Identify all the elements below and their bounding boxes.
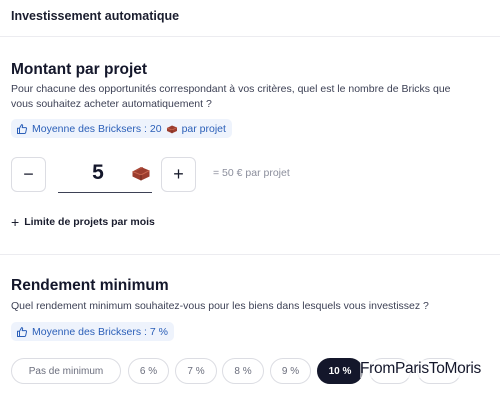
amount-description-line-2: vous souhaitez acheter automatiquement ? (11, 98, 212, 110)
yield-description: Quel rendement minimum souhaitez-vous po… (11, 300, 429, 312)
yield-option-6[interactable]: 6 % (128, 358, 169, 384)
minus-icon: − (23, 164, 34, 184)
yield-option-label: Pas de minimum (28, 365, 104, 377)
yield-option-label: 6 % (139, 365, 158, 377)
watermark-text: FromParisToMoris (360, 360, 481, 378)
yield-option-10[interactable]: 10 % (317, 358, 363, 384)
amount-description-line-1: Pour chacune des opportunités correspond… (11, 83, 451, 95)
brick-icon (166, 125, 177, 133)
yield-option-label: 10 % (328, 365, 352, 377)
increment-button[interactable]: + (161, 157, 196, 192)
thumbs-up-icon (17, 326, 28, 337)
yield-option-none[interactable]: Pas de minimum (11, 358, 121, 384)
page-header: Investissement automatique (0, 0, 500, 37)
add-monthly-limit-link[interactable]: + Limite de projets par mois (11, 214, 155, 230)
yield-average-hint: Moyenne des Bricksers : 7 % (11, 322, 174, 341)
page-title: Investissement automatique (11, 9, 180, 23)
thumbs-up-icon (17, 123, 28, 134)
amount-section-title: Montant par projet (11, 61, 148, 78)
amount-equivalent: = 50 € par projet (213, 167, 290, 179)
plus-icon: + (173, 164, 184, 184)
yield-option-label: 9 % (281, 365, 300, 377)
plus-icon: + (11, 214, 20, 230)
decrement-button[interactable]: − (11, 157, 46, 192)
yield-option-7[interactable]: 7 % (175, 358, 217, 384)
limit-label: Limite de projets par mois (24, 216, 155, 228)
yield-option-9[interactable]: 9 % (270, 358, 311, 384)
yield-section-title: Rendement minimum (11, 277, 169, 294)
quantity-field[interactable]: 5 (58, 157, 152, 193)
yield-option-8[interactable]: 8 % (222, 358, 264, 384)
brick-icon (132, 167, 150, 181)
section-divider (0, 254, 500, 255)
quantity-value: 5 (92, 161, 104, 184)
yield-option-label: 8 % (234, 365, 252, 377)
yield-hint-text: Moyenne des Bricksers : 7 % (32, 325, 168, 338)
amount-hint-suffix: par projet (181, 122, 226, 135)
yield-option-label: 7 % (187, 365, 205, 377)
amount-hint-text: Moyenne des Bricksers : 20 (32, 122, 162, 135)
amount-average-hint: Moyenne des Bricksers : 20 par projet (11, 119, 232, 138)
